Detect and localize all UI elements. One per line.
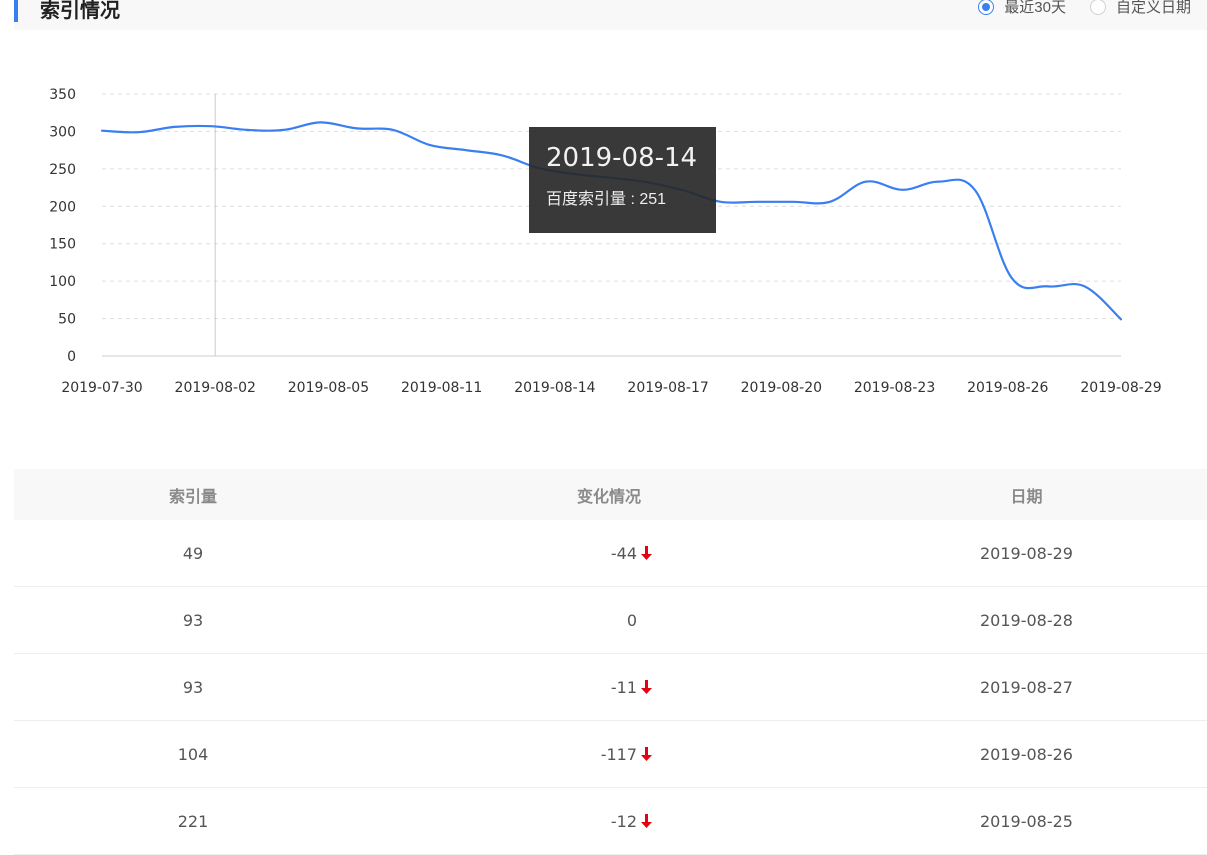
section-title: 索引情况 [40,0,120,22]
index-line-chart[interactable]: 0 50 100 150 200 250 300 350 2019-07-30 2019-08-0… [0,60,1207,420]
cell-change: 0 [372,611,846,630]
date-range-selector: 最近30天 自定义日期 [978,0,1191,17]
cell-change: -11 [372,678,846,697]
cell-date: 2019-08-26 [980,744,1073,764]
cell-date: 2019-08-28 [980,610,1073,630]
change-wrapper: -117 [372,745,846,764]
cell-count: 104 [177,744,209,764]
change-wrapper: -11 [372,678,846,697]
cell-count: 49 [182,543,204,563]
tooltip-value-row: 百度索引量 : 251 [546,191,667,208]
cell-count: 93 [182,610,204,630]
table-row: 93 -11 2019-08-27 [14,654,1207,721]
x-tick-label: 2019-08-02 [175,380,256,396]
cell-count: 221 [177,811,209,831]
arrow-down-icon [641,679,652,694]
y-tick-label: 100 [49,274,76,290]
cell-count: 93 [182,677,204,697]
range-option-custom-date[interactable]: 自定义日期 [1089,0,1191,17]
index-table: 索引量 变化情况 日期 49 -44 2019-08-29 93 0 2019-08-28… [14,469,1207,855]
x-tick-label: 2019-08-23 [854,380,935,396]
chart-tooltip: 2019-08-14 百度索引量 : 251 [529,127,716,233]
table-header-row: 索引量 变化情况 日期 [14,469,1207,520]
cell-change: -12 [372,812,846,831]
radio-unchecked-icon[interactable] [1089,0,1106,15]
header-accent-bar [14,0,18,22]
change-value: -11 [610,677,637,697]
change-value: -44 [610,543,637,563]
column-header-change[interactable]: 变化情况 [372,483,846,507]
y-tick-label: 0 [67,349,76,365]
arrow-down-icon [641,545,652,560]
arrow-down-icon [641,813,652,828]
column-header-date[interactable]: 日期 [846,483,1207,507]
cell-date: 2019-08-29 [980,543,1073,563]
change-wrapper: 0 [372,611,846,630]
x-tick-label: 2019-08-17 [627,380,708,396]
cell-change: -117 [372,745,846,764]
change-value: -12 [610,811,637,831]
y-tick-label: 50 [58,312,76,328]
tooltip-series-label: 百度索引量 [546,191,627,208]
column-header-count[interactable]: 索引量 [14,483,372,507]
change-wrapper: -12 [372,812,846,831]
y-tick-label: 250 [49,162,76,178]
x-tick-label: 2019-08-14 [514,380,595,396]
change-value: -117 [600,744,637,764]
table-row: 93 0 2019-08-28 [14,587,1207,654]
section-header: 索引情况 最近30天 自定义日期 [14,0,1207,30]
change-value: 0 [626,610,637,630]
table-body: 49 -44 2019-08-29 93 0 2019-08-28 93 -11 2019-08… [14,520,1207,855]
radio-checked-icon[interactable] [978,0,995,15]
tooltip-date: 2019-08-14 [546,143,698,173]
table-row: 49 -44 2019-08-29 [14,520,1207,587]
x-tick-label: 2019-08-05 [288,380,369,396]
y-tick-label: 350 [49,87,76,103]
range-option-label: 最近30天 [1004,0,1066,16]
range-option-last-30-days[interactable]: 最近30天 [978,0,1066,17]
y-tick-label: 150 [49,237,76,253]
cell-date: 2019-08-27 [980,677,1073,697]
arrow-down-icon [641,746,652,761]
range-option-label: 自定义日期 [1115,0,1191,16]
x-tick-label: 2019-07-30 [61,380,142,396]
x-tick-label: 2019-08-11 [401,380,482,396]
change-wrapper: -44 [372,544,846,563]
x-tick-label: 2019-08-20 [741,380,822,396]
y-tick-label: 300 [49,124,76,140]
tooltip-value: 251 [639,191,667,208]
y-tick-label: 200 [49,199,76,215]
cell-change: -44 [372,544,846,563]
table-row: 104 -117 2019-08-26 [14,721,1207,788]
x-tick-label: 2019-08-26 [967,380,1048,396]
x-tick-label: 2019-08-29 [1080,380,1161,396]
cell-date: 2019-08-25 [980,811,1073,831]
